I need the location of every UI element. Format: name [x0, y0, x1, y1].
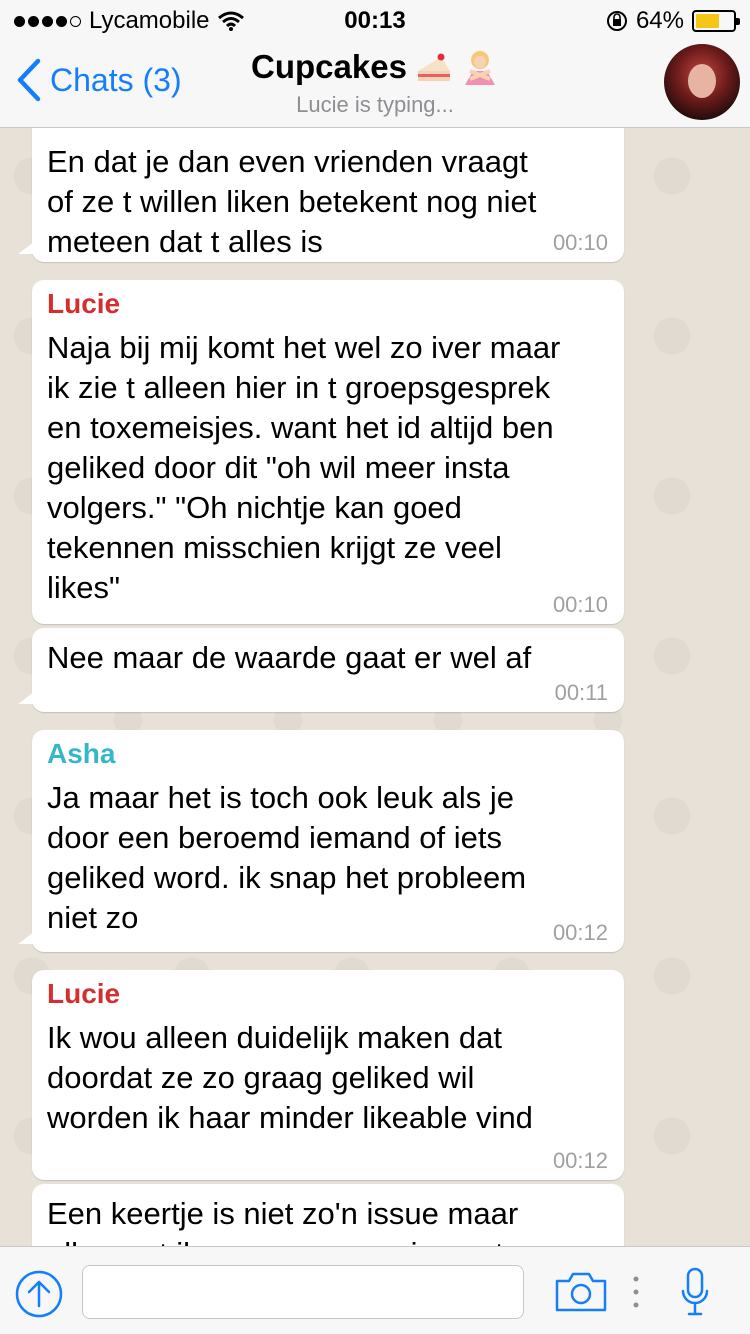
camera-icon[interactable] [554, 1271, 608, 1313]
message-time: 00:10 [552, 230, 608, 255]
message-input[interactable] [82, 1265, 524, 1319]
chat-title: Cupcakes [251, 48, 407, 85]
message-sender: Lucie [47, 978, 121, 1009]
message-sender: Lucie [47, 288, 121, 319]
message-text: Ja maar het is toch ook leuk als je door… [47, 780, 527, 935]
message-text: Nee maar de waarde gaat er wel af [47, 640, 532, 675]
chevron-left-icon [17, 58, 41, 102]
nav-bar: Chats (3) Cupcakes Lucie is typing... [0, 40, 750, 128]
message-text: Een keertje is niet zo'n issue maar alle… [47, 1196, 555, 1246]
message-time: 00:10 [552, 592, 608, 617]
message-text: En dat je dan even vrienden vraagt of ze… [47, 144, 537, 259]
battery-percent: 64% [635, 7, 684, 34]
back-button[interactable]: Chats (3) [16, 58, 182, 102]
back-label: Chats (3) [50, 61, 182, 98]
battery-icon [692, 10, 740, 32]
woman-gesturing-no-emoji-icon [464, 51, 495, 85]
message-bubble[interactable]: Lucie Ik wou alleen duidelijk maken dat … [32, 970, 624, 1180]
vertical-dots-icon [633, 1276, 639, 1308]
message-time: 00:12 [552, 920, 608, 945]
status-right: 64% [606, 7, 740, 35]
message-bubble[interactable]: En dat je dan even vrienden vraagt of ze… [18, 128, 624, 262]
typing-status: Lucie is typing... [296, 92, 454, 117]
message-sender: Asha [47, 738, 116, 769]
message-bubble[interactable]: Een keertje is niet zo'n issue maar alle… [32, 1184, 624, 1246]
chat-header[interactable]: Cupcakes Lucie is typing... [200, 48, 550, 118]
message-bubble[interactable]: Nee maar de waarde gaat er wel af 00:11 [18, 628, 624, 712]
message-text: Naja bij mij komt het wel zo iver maar i… [47, 330, 561, 605]
microphone-icon[interactable] [680, 1267, 710, 1317]
input-bar [0, 1246, 750, 1334]
rotation-lock-icon [606, 11, 627, 31]
cake-emoji-icon [417, 53, 450, 81]
message-list[interactable]: En dat je dan even vrienden vraagt of ze… [0, 128, 750, 1246]
message-time: 00:11 [554, 680, 608, 705]
group-avatar[interactable] [664, 44, 740, 120]
message-bubble[interactable]: Asha Ja maar het is toch ook leuk als je… [18, 730, 624, 952]
message-time: 00:12 [552, 1148, 608, 1173]
message-bubble[interactable]: Lucie Naja bij mij komt het wel zo iver … [32, 280, 624, 624]
arrow-up-circle-icon[interactable] [14, 1269, 64, 1319]
status-bar: Lycamobile 00:13 64% [0, 0, 750, 40]
message-text: Ik wou alleen duidelijk maken dat doorda… [47, 1020, 533, 1135]
